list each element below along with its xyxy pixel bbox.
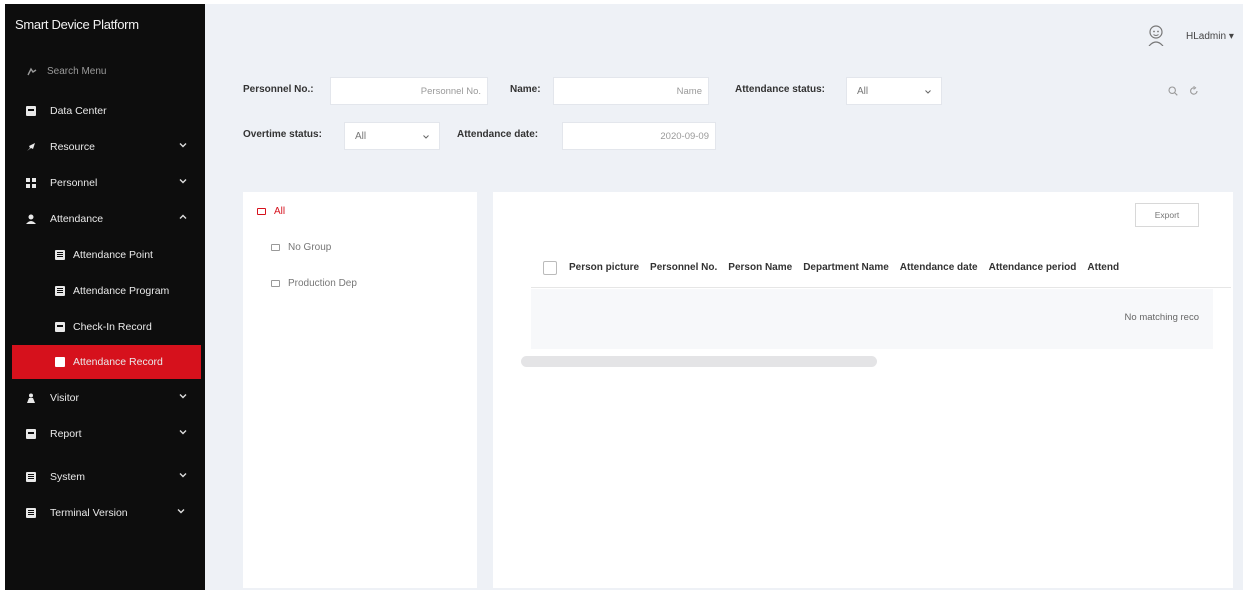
tree-item-label: Production Dep <box>288 278 357 289</box>
column-person-name[interactable]: Person Name <box>728 262 792 273</box>
overtime-status-value: All <box>355 130 367 142</box>
personnel-no-input[interactable]: Personnel No. <box>330 77 488 105</box>
sidebar-item-data-center[interactable]: Data Center <box>5 94 197 128</box>
search-menu[interactable]: Search Menu <box>27 66 106 77</box>
horizontal-scrollbar[interactable] <box>521 356 877 367</box>
folder-icon <box>271 244 280 251</box>
sidebar-item-resource[interactable]: Resource <box>5 130 197 164</box>
search-menu-label: Search Menu <box>47 66 107 77</box>
chevron-down-icon <box>179 394 187 399</box>
overtime-status-select[interactable]: All <box>344 122 440 150</box>
sidebar-item-attendance-program[interactable]: Attendance Program <box>5 274 197 308</box>
tree-item-production-dep[interactable]: Production Dep <box>271 278 357 289</box>
search-icon[interactable] <box>1168 86 1178 96</box>
sidebar-item-check-in-record[interactable]: Check-In Record <box>5 310 197 344</box>
refresh-icon[interactable] <box>1189 86 1199 96</box>
sidebar-item-attendance-record[interactable]: Attendance Record <box>12 345 201 379</box>
chevron-down-icon <box>179 430 187 435</box>
export-button[interactable]: Export <box>1135 203 1199 227</box>
overtime-status-label: Overtime status: <box>243 129 322 140</box>
sidebar-item-visitor[interactable]: Visitor <box>5 381 197 415</box>
tree-item-no-group[interactable]: No Group <box>271 242 331 253</box>
empty-message: No matching reco <box>1124 312 1199 323</box>
name-label: Name: <box>510 84 541 95</box>
person-icon <box>26 214 36 224</box>
attendance-date-label: Attendance date: <box>457 129 539 140</box>
document-icon <box>55 250 65 260</box>
monitor-icon <box>26 106 36 116</box>
column-attendance-period[interactable]: Attendance period <box>989 262 1077 273</box>
folder-icon <box>257 208 266 215</box>
sidebar-item-label: Terminal Version <box>50 507 128 519</box>
personnel-no-label: Personnel No.: <box>243 84 314 95</box>
app-title: Smart Device Platform <box>15 17 139 32</box>
chevron-down-icon <box>179 143 187 148</box>
tree-item-label: All <box>274 206 286 217</box>
chevron-down-icon <box>177 509 185 514</box>
personnel-grid-icon <box>26 178 36 188</box>
name-placeholder: Name <box>676 85 702 97</box>
sidebar-item-report[interactable]: Report <box>5 417 197 451</box>
document-icon <box>55 286 65 296</box>
column-person-picture[interactable]: Person picture <box>569 262 639 273</box>
chevron-down-icon <box>179 179 187 184</box>
group-tree-panel: All No Group Production Dep <box>243 192 477 588</box>
rocket-icon <box>26 142 36 152</box>
sidebar-item-label: Personnel <box>50 177 98 189</box>
search-menu-icon <box>27 67 37 76</box>
chevron-up-icon <box>179 214 187 219</box>
document-icon <box>26 508 36 518</box>
user-name: HLadmin <box>1186 31 1227 42</box>
column-personnel-no[interactable]: Personnel No. <box>650 262 717 273</box>
sidebar-item-label: Check-In Record <box>73 321 152 333</box>
column-attendance-date[interactable]: Attendance date <box>900 262 978 273</box>
sidebar-item-system[interactable]: System <box>5 460 197 494</box>
attendance-status-value: All <box>857 85 869 97</box>
sidebar-item-label: Attendance Point <box>73 249 153 261</box>
sidebar-item-personnel[interactable]: Personnel <box>5 166 197 200</box>
sidebar-item-attendance-point[interactable]: Attendance Point <box>5 238 197 272</box>
attendance-date-input[interactable]: 2020-09-09 <box>562 122 716 150</box>
empty-row: No matching reco <box>531 289 1213 349</box>
monitor-icon <box>55 322 65 332</box>
sidebar-item-attendance[interactable]: Attendance <box>5 202 197 236</box>
user-menu[interactable]: HLadmin ▾ <box>1186 31 1234 42</box>
sidebar-item-label: Report <box>50 428 82 440</box>
chevron-down-icon <box>179 473 187 478</box>
table-header: Person picture Personnel No. Person Name… <box>531 248 1231 288</box>
sidebar-item-label: Data Center <box>50 105 107 117</box>
sidebar-item-label: System <box>50 471 86 483</box>
monitor-icon <box>55 357 65 367</box>
sidebar-item-label: Attendance Record <box>73 356 163 368</box>
caret-down-icon: ▾ <box>1228 31 1234 42</box>
name-input[interactable]: Name <box>553 77 709 105</box>
select-all-checkbox[interactable] <box>543 260 557 275</box>
column-attend[interactable]: Attend <box>1087 262 1119 273</box>
attendance-status-select[interactable]: All <box>846 77 942 105</box>
chevron-down-icon <box>423 135 429 139</box>
visitor-icon <box>26 393 36 403</box>
avatar-icon[interactable] <box>1147 24 1165 46</box>
sidebar-item-terminal-version[interactable]: Terminal Version <box>5 496 197 530</box>
monitor-icon <box>26 429 36 439</box>
sidebar-item-label: Attendance <box>50 213 104 225</box>
tree-item-all[interactable]: All <box>257 206 285 217</box>
folder-icon <box>271 280 280 287</box>
document-icon <box>26 472 36 482</box>
column-department-name[interactable]: Department Name <box>803 262 889 273</box>
main-content: HLadmin ▾ Personnel No.: Personnel No. N… <box>205 4 1243 590</box>
sidebar-item-label: Resource <box>50 141 95 153</box>
tree-item-label: No Group <box>288 242 332 253</box>
chevron-down-icon <box>925 90 931 94</box>
sidebar-item-label: Attendance Program <box>73 285 170 297</box>
personnel-no-placeholder: Personnel No. <box>420 85 481 97</box>
attendance-status-label: Attendance status: <box>735 84 826 95</box>
sidebar: Smart Device Platform Search Menu Data C… <box>5 4 205 590</box>
attendance-date-value: 2020-09-09 <box>660 130 709 142</box>
records-table-panel: Export Person picture Personnel No. Pers… <box>493 192 1233 588</box>
sidebar-item-label: Visitor <box>50 392 79 404</box>
